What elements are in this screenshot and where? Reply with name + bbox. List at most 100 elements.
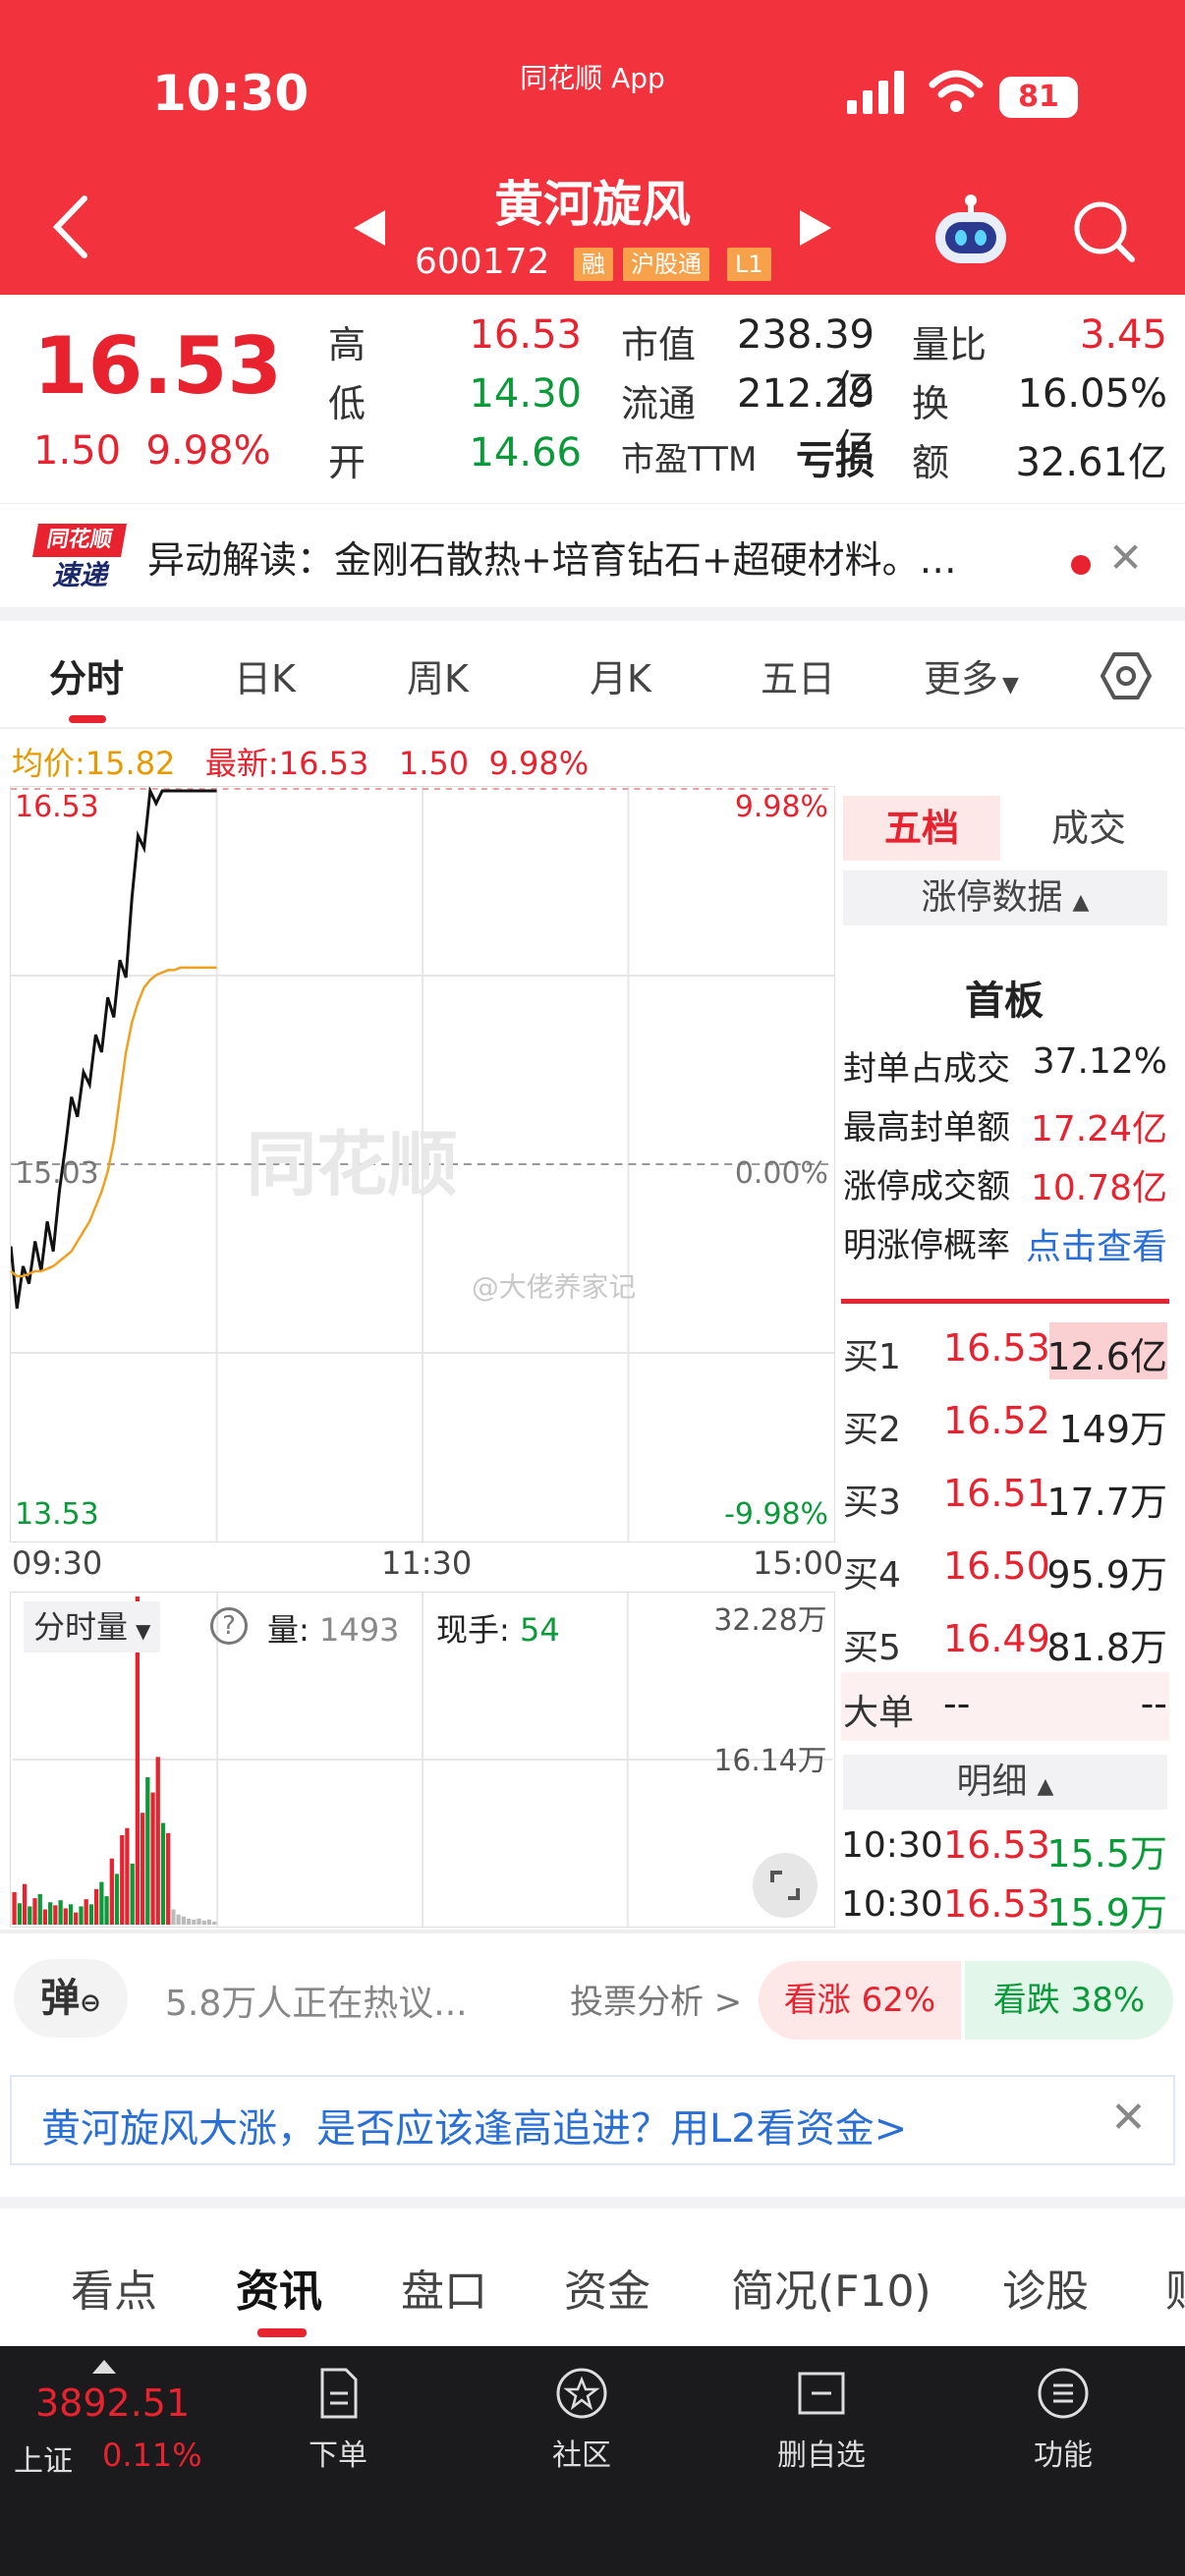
ths-express-logo: 同花顺 速递 [32,524,127,594]
bullet-comment-toggle[interactable]: 弹⊖ [14,1959,128,2038]
vote-analysis-link[interactable]: 投票分析 > [570,1975,742,2023]
bid-label: 买3 [843,1483,901,1523]
nav-functions[interactable]: 功能 [985,2364,1142,2474]
big-order-label: 大单 [843,1693,915,1733]
detail-toggle[interactable]: 明细 ▲ [843,1755,1167,1810]
limit-up-data-toggle[interactable]: 涨停数据 ▲ [843,870,1167,925]
tab-weekly-k[interactable]: 周K [407,648,469,702]
active-tab-indicator [69,715,106,723]
help-icon[interactable]: ? [210,1607,248,1645]
tab-capital[interactable]: 资金 [564,2256,650,2319]
stat-value-max-seal: 17.24亿 [1030,1109,1167,1149]
vote-bullish-button[interactable]: 看涨 62% [759,1961,961,2040]
close-icon[interactable]: ✕ [1108,533,1143,582]
bid-label: 买1 [843,1337,901,1377]
settings-icon[interactable] [1099,648,1154,703]
prev-stock-icon[interactable] [352,208,387,248]
weibo-watermark: @大佬养家记 [472,1271,636,1304]
search-icon[interactable] [1069,196,1138,265]
intraday-price-chart[interactable]: 同花顺 @大佬养家记 16.53 15.03 13.53 9.98% 0.00%… [10,786,835,1542]
volume-bar [99,1881,104,1926]
index-name[interactable]: 上证 [14,2436,73,2480]
y-tick-right-high: 9.98% [735,790,828,824]
bid-volume: 12.6亿 [1046,1335,1167,1378]
trade-time: 10:30 [841,1884,943,1925]
quote-panel: 16.53 1.50 9.98% 高 16.53 低 14.30 开 14.66… [0,295,1185,503]
tag-connect: 沪股通 [623,248,709,281]
tab-diagnosis[interactable]: 诊股 [1002,2256,1089,2319]
value-amount: 32.61亿 [1015,440,1167,485]
vol-tick-max: 32.28万 [713,1603,826,1638]
volume-bar [201,1920,206,1926]
tab-highlights[interactable]: 看点 [71,2256,157,2319]
tab-more[interactable]: 更多 ▼ [924,648,1019,702]
tab-five-day[interactable]: 五日 [761,648,835,702]
volume-bar [140,1813,145,1926]
y-tick-right-mid: 0.00% [735,1156,828,1191]
tab-order-book[interactable]: 盘口 [401,2256,487,2319]
vote-bearish-button[interactable]: 看跌 38% [965,1961,1173,2040]
tab-finance[interactable]: 财 [1165,2256,1185,2319]
label-market-cap: 市值 [621,323,697,366]
bid-price: 16.51 [943,1472,1050,1515]
tab-f10[interactable]: 简况(F10) [731,2256,931,2319]
fullscreen-button[interactable] [753,1853,818,1918]
chart-info-line: 均价:15.82 最新:16.53 1.50 9.98% [12,745,590,782]
tab-intraday[interactable]: 分时 [49,648,124,702]
stat-value-limit-amount: 10.78亿 [1030,1168,1167,1208]
tab-daily-k[interactable]: 日K [234,648,296,702]
volume-readout: 量: 1493 [267,1611,400,1649]
caret-down-icon: ▼ [1002,673,1019,698]
l2-promo-banner[interactable]: 黄河旋风大涨，是否应该逢高追进？用L2看资金> ✕ [10,2075,1175,2165]
nav-community[interactable]: 社区 [503,2364,660,2474]
close-icon[interactable]: ✕ [1110,2093,1147,2143]
trade-time: 10:30 [841,1825,943,1866]
wifi-icon [929,70,984,112]
volume-bar [130,1863,135,1926]
tag-level: L1 [727,248,771,281]
bid-volume: 149万 [1058,1408,1167,1451]
label-turnover: 换 [912,382,950,425]
watermark-logo: 同花顺 [246,1126,457,1204]
tab-news[interactable]: 资讯 [236,2256,322,2319]
nav-order[interactable]: 下单 [259,2364,417,2474]
volume-bar [120,1834,125,1926]
hot-discussion-text[interactable]: 5.8万人正在热议... [165,1975,468,2026]
view-probability-link[interactable]: 点击查看 [1026,1218,1167,1269]
nav-remove-watchlist[interactable]: 删自选 [743,2364,900,2474]
index-value[interactable]: 3892.51 [35,2381,190,2425]
price-line [11,787,217,1310]
bid-label: 买5 [843,1628,901,1668]
trade-volume: 15.9万 [1046,1891,1167,1934]
robot-assistant-icon[interactable] [931,193,1010,271]
caret-up-icon: ▲ [1037,1774,1054,1799]
minus-box-icon [798,2372,845,2415]
x-tick-close: 15:00 [753,1544,844,1582]
volume-bar [192,1919,197,1926]
news-strip[interactable]: 同花顺 速递 异动解读：金刚石散热+培育钻石+超硬材料。… ✕ [0,503,1185,607]
tab-five-level[interactable]: 五档 [843,796,1000,861]
volume-bar [125,1827,130,1926]
promo-text[interactable]: 黄河旋风大涨，是否应该逢高追进？用L2看资金> [41,2097,907,2154]
stat-label: 封单占成交 [843,1049,1010,1089]
board-status: 首板 [965,979,1044,1024]
bid-price: 16.52 [943,1399,1050,1442]
index-change[interactable]: 0.11% [102,2436,202,2474]
volume-bar [48,1902,53,1926]
news-text[interactable]: 异动解读：金刚石散热+培育钻石+超硬材料。… [147,530,1042,584]
next-stock-icon[interactable] [798,208,833,248]
tab-monthly-k[interactable]: 月K [590,648,651,702]
value-open: 14.66 [469,430,582,476]
tab-trades[interactable]: 成交 [1010,796,1167,861]
volume-bar [155,1757,160,1926]
bid-label: 买4 [843,1555,901,1596]
order-book-panel: 五档 成交 涨停数据 ▲ 首板 封单占成交 37.12% 最高封单额 17.24亿… [837,782,1171,1934]
caret-down-icon: ▼ [136,1619,151,1643]
volume-bar [93,1888,99,1926]
divider [0,727,1185,729]
battery-indicator: 81 [999,77,1078,118]
volume-bar [114,1874,120,1926]
trade-price: 16.53 [943,1823,1050,1867]
volume-type-select[interactable]: 分时量 ▼ [24,1601,161,1652]
volume-bar [109,1858,114,1926]
